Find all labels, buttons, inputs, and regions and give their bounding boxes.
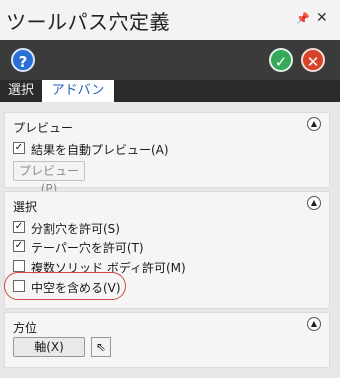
close-icon[interactable]: ✕ (316, 10, 328, 26)
window-title: ツールパス穴定義 (6, 10, 170, 34)
split-holes-label: 分割穴を許可(S) (31, 222, 120, 236)
orientation-section: 方位 ▲ 軸(X) ⇖ (4, 312, 330, 368)
axis-button[interactable]: 軸(X) (13, 337, 85, 357)
auto-preview-label: 結果を自動プレビュー(A) (31, 143, 169, 157)
orientation-section-title: 方位 (13, 321, 38, 335)
help-button[interactable]: ? (11, 48, 35, 72)
tab-advanced[interactable]: アドバンス (42, 80, 114, 120)
options-panel: プレビュー ▲ ✓ 結果を自動プレビュー(A) プレビュー(P) 選択 ▲ ✓ … (0, 102, 340, 378)
preview-section-title: プレビュー (13, 121, 74, 135)
selection-section-title: 選択 (13, 200, 38, 214)
taper-holes-label: テーパー穴を許可(T) (31, 241, 144, 255)
collapse-preview-icon[interactable]: ▲ (307, 117, 321, 131)
x-icon: ✕ (306, 53, 320, 71)
tab-bar: 選択 アドバンス (0, 80, 340, 120)
pin-icon[interactable]: 📌 (296, 12, 310, 25)
collapse-orientation-icon[interactable]: ▲ (307, 317, 321, 331)
tab-selection[interactable]: 選択 (4, 80, 38, 102)
preview-button[interactable]: プレビュー(P) (13, 161, 85, 196)
cursor-arrow-icon: ⇖ (95, 340, 107, 354)
collapse-selection-icon[interactable]: ▲ (307, 196, 321, 210)
ok-button[interactable]: ✓ (269, 48, 293, 72)
preview-section: プレビュー ▲ ✓ 結果を自動プレビュー(A) プレビュー(P) (4, 112, 330, 196)
cancel-button[interactable]: ✕ (301, 48, 325, 72)
title-bar: ツールパス穴定義 📌 ✕ (0, 0, 340, 40)
taper-holes-checkbox[interactable]: ✓ (13, 240, 25, 252)
split-holes-checkbox[interactable]: ✓ (13, 221, 25, 233)
highlight-annotation (4, 272, 126, 300)
check-icon: ✓ (274, 53, 288, 71)
select-cursor-button[interactable]: ⇖ (91, 337, 111, 357)
auto-preview-checkbox[interactable]: ✓ (13, 142, 25, 154)
multi-body-checkbox[interactable] (13, 260, 25, 272)
help-icon: ? (18, 53, 28, 71)
action-toolbar: ? ✓ ✕ (0, 40, 340, 80)
